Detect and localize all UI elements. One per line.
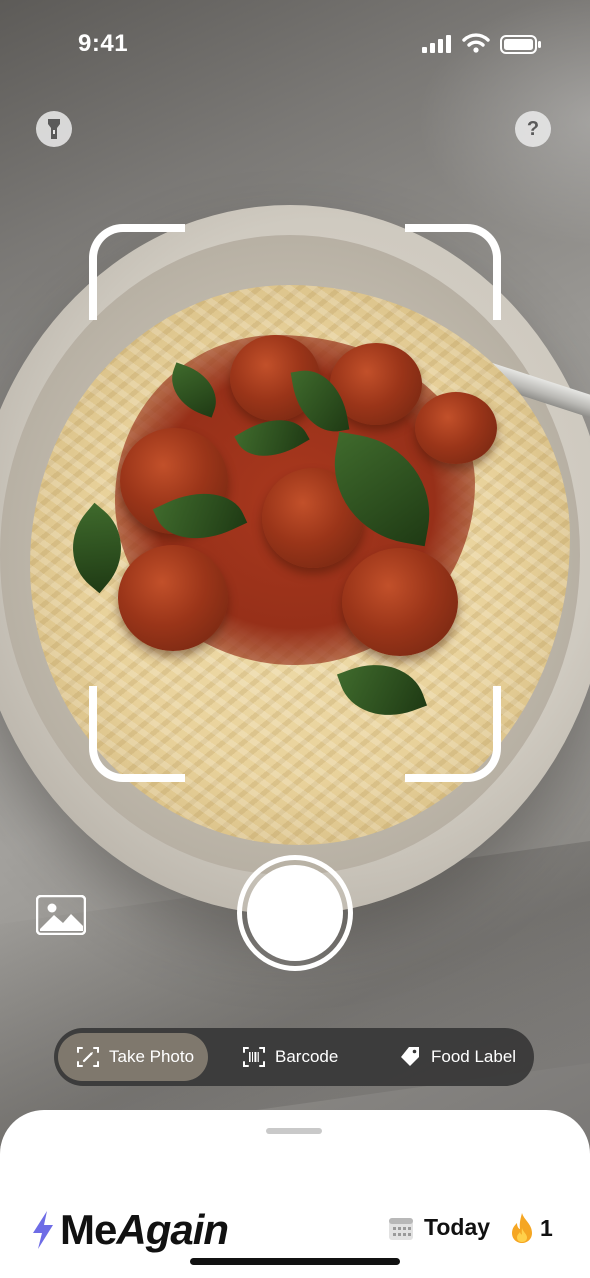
scan-frame-corner <box>405 224 501 320</box>
camera-viewfinder <box>0 0 590 1150</box>
date-selector[interactable]: Today <box>388 1214 490 1241</box>
status-time: 9:41 <box>78 30 129 57</box>
bottom-sheet: MeAgain Today 1 <box>0 1110 590 1278</box>
home-indicator <box>190 1258 400 1265</box>
scan-frame-corner <box>405 686 501 782</box>
meatball <box>118 545 228 651</box>
gallery-image-icon[interactable] <box>36 895 86 935</box>
tag-icon <box>401 1047 419 1066</box>
calendar-icon <box>389 1217 413 1240</box>
mode-label: Barcode <box>275 1047 339 1066</box>
barcode-icon <box>243 1047 265 1067</box>
shutter-inner <box>247 865 343 961</box>
app-logo: MeAgain <box>30 1206 229 1254</box>
shutter-button[interactable] <box>237 855 353 971</box>
flashlight-icon <box>48 119 60 139</box>
wifi-icon <box>462 33 490 53</box>
scan-frame-corner <box>89 686 185 782</box>
sheet-drag-handle[interactable] <box>266 1128 322 1134</box>
help-icon: ? <box>526 118 540 140</box>
day-label: Today <box>424 1214 491 1240</box>
streak-counter[interactable]: 1 <box>510 1212 553 1244</box>
meatball <box>415 392 497 464</box>
flashlight-button[interactable] <box>36 111 72 147</box>
camera-scan-icon <box>77 1047 99 1067</box>
mode-label: Food Label <box>431 1047 517 1066</box>
scan-frame-corner <box>89 224 185 320</box>
brand-name: MeAgain <box>60 1206 229 1253</box>
mode-food-label[interactable]: Food Label <box>396 1033 532 1081</box>
status-bar: 9:41 <box>0 0 590 90</box>
mode-barcode[interactable]: Barcode <box>240 1033 350 1081</box>
meatball <box>342 548 458 656</box>
cellular-signal-icon <box>422 35 451 53</box>
scan-mode-selector: Take Photo Barcode Food Label <box>54 1028 534 1086</box>
help-button[interactable]: ? <box>515 111 551 147</box>
lightning-bolt-icon <box>33 1211 53 1249</box>
flame-icon <box>512 1213 532 1243</box>
mode-label: Take Photo <box>109 1047 195 1066</box>
mode-take-photo[interactable]: Take Photo <box>58 1033 208 1081</box>
battery-icon <box>500 35 541 54</box>
streak-count: 1 <box>540 1214 553 1241</box>
